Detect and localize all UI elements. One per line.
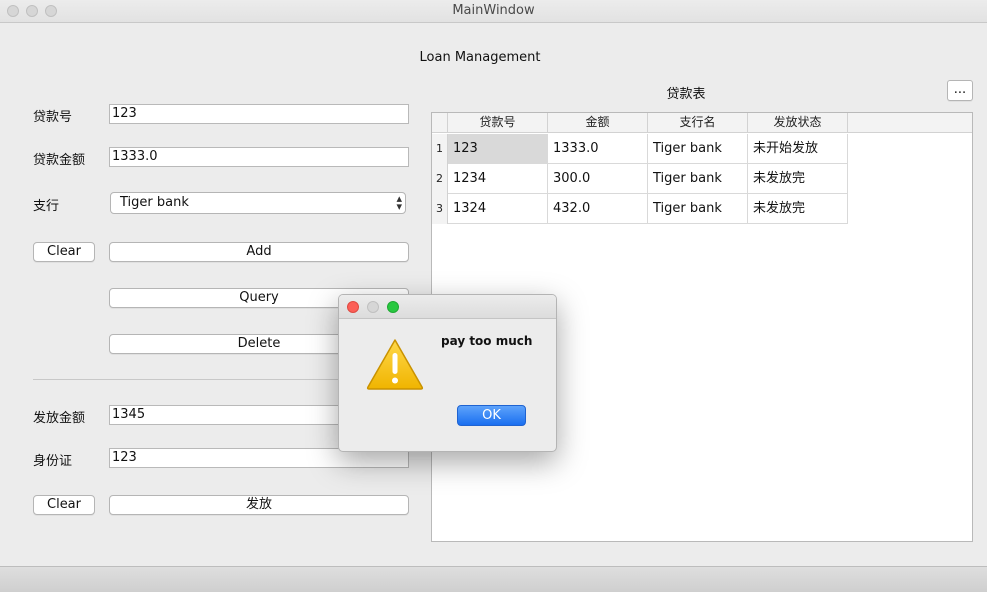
row-header[interactable]: 1 [432, 134, 448, 164]
dialog-message: pay too much [441, 334, 533, 348]
ok-button[interactable]: OK [457, 405, 526, 426]
table-header: 贷款号 金额 支行名 发放状态 [432, 113, 972, 133]
branch-select[interactable]: Tiger bank ▴ ▾ [110, 192, 406, 214]
table-cell[interactable]: 未发放完 [748, 194, 848, 224]
window-titlebar: MainWindow [0, 0, 987, 23]
clear-form-button[interactable]: Clear [33, 242, 95, 262]
branch-label: 支行 [33, 199, 60, 214]
corner-cell[interactable] [432, 113, 448, 133]
column-header[interactable]: 发放状态 [748, 113, 848, 133]
dialog-close-button[interactable] [347, 301, 359, 313]
loan-no-input[interactable]: 123 [109, 104, 409, 124]
select-chevron-icon: ▴ ▾ [396, 192, 402, 213]
alert-dialog: pay too much OK [338, 294, 557, 452]
loan-amount-input[interactable]: 1333.0 [109, 147, 409, 167]
disburse-amount-label: 发放金额 [33, 411, 86, 426]
dialog-titlebar [339, 295, 556, 319]
row-header[interactable]: 3 [432, 194, 448, 224]
table-cell[interactable]: Tiger bank [648, 134, 748, 164]
row-header[interactable]: 2 [432, 164, 448, 194]
table-cell[interactable]: 1234 [448, 164, 548, 194]
table-cell[interactable]: Tiger bank [648, 164, 748, 194]
table-title: 贷款表 [666, 87, 706, 102]
more-button[interactable]: ... [947, 80, 973, 101]
column-header[interactable]: 贷款号 [448, 113, 548, 133]
app-heading: Loan Management [419, 50, 541, 65]
loan-amount-label: 贷款金额 [33, 153, 86, 168]
branch-select-value: Tiger bank [120, 195, 189, 210]
add-button[interactable]: Add [109, 242, 409, 262]
table-cell[interactable]: 300.0 [548, 164, 648, 194]
dialog-zoom-button[interactable] [387, 301, 399, 313]
table-cell[interactable]: 1333.0 [548, 134, 648, 164]
status-bar [0, 566, 987, 592]
table-cell[interactable]: 432.0 [548, 194, 648, 224]
disburse-button[interactable]: 发放 [109, 495, 409, 515]
table-cell[interactable]: Tiger bank [648, 194, 748, 224]
window-title: MainWindow [452, 3, 535, 18]
clear-disburse-button[interactable]: Clear [33, 495, 95, 515]
table-cell[interactable]: 123 [448, 134, 548, 164]
warning-icon [366, 339, 424, 390]
dialog-minimize-button [367, 301, 379, 313]
column-header[interactable]: 支行名 [648, 113, 748, 133]
loan-no-label: 贷款号 [33, 110, 73, 125]
table-cell[interactable]: 未开始发放 [748, 134, 848, 164]
table-cell[interactable]: 未发放完 [748, 164, 848, 194]
table-cell[interactable]: 1324 [448, 194, 548, 224]
column-header[interactable]: 金额 [548, 113, 648, 133]
id-card-label: 身份证 [33, 454, 73, 469]
